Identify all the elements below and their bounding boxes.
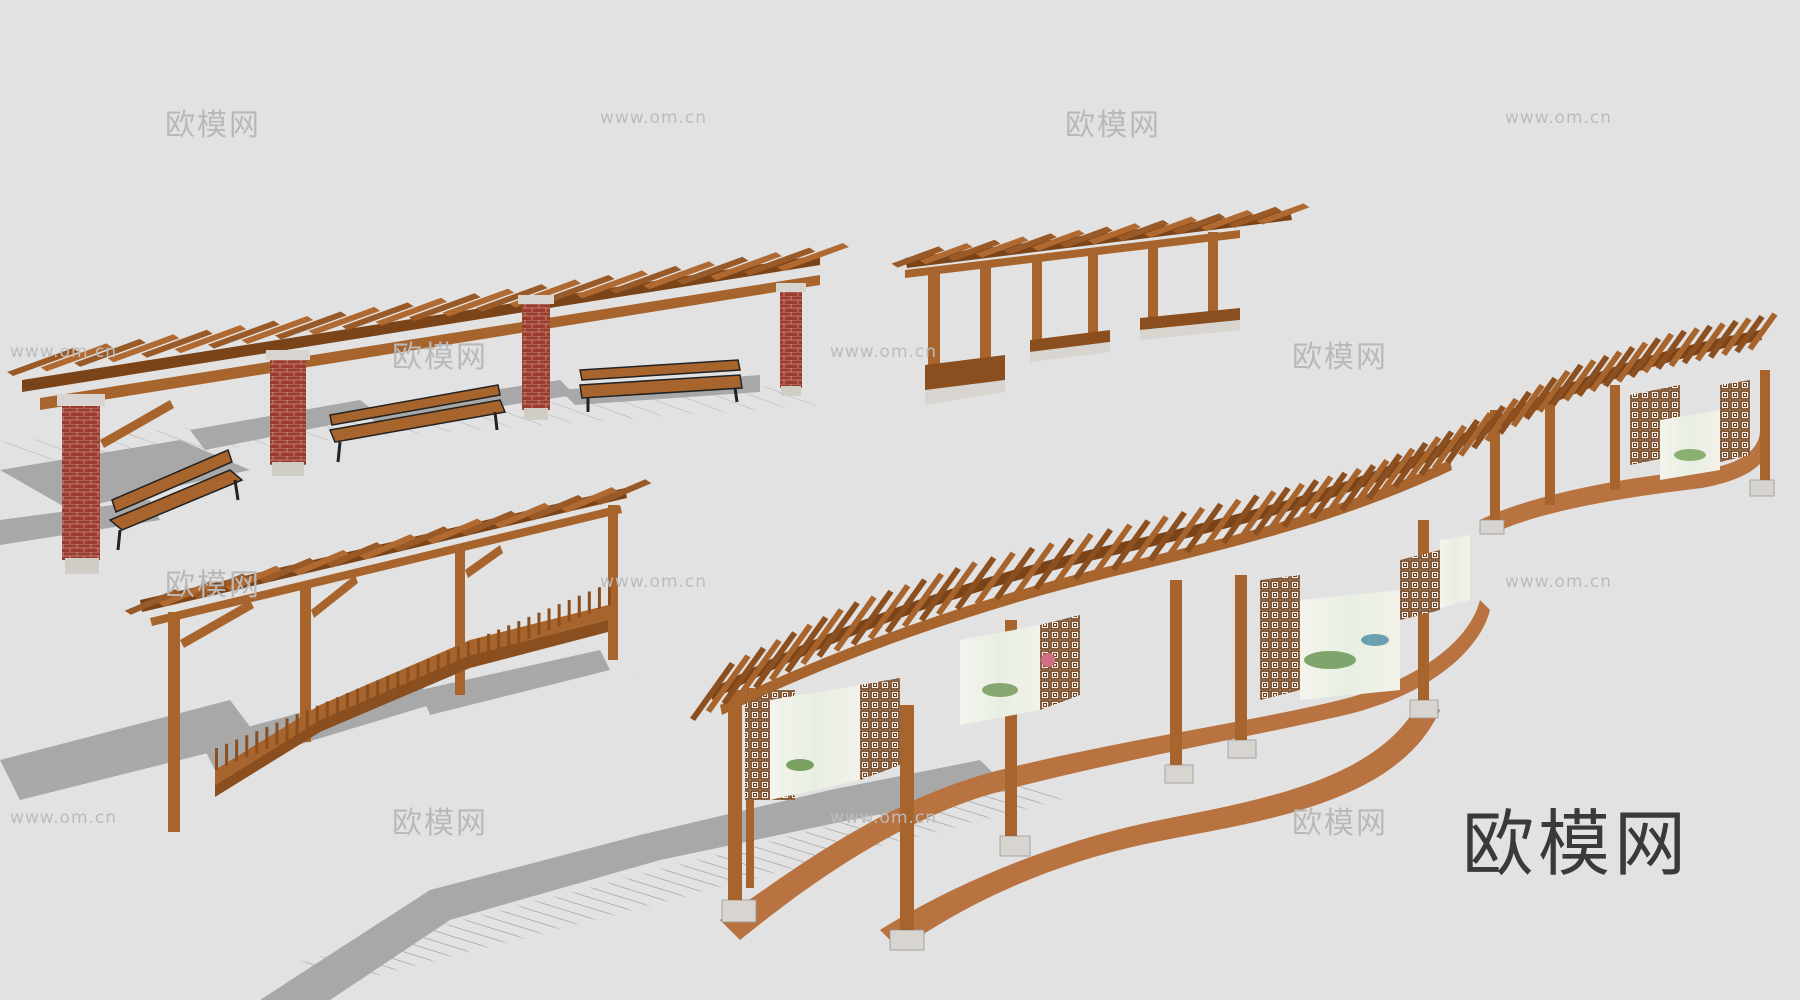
rail-bar — [456, 646, 460, 669]
shadow-slat — [0, 440, 59, 462]
rail-bar — [356, 688, 360, 711]
watermark-brand: 欧模网 — [165, 108, 261, 143]
straight-pergola — [891, 203, 1310, 405]
rail-bar — [346, 693, 349, 715]
rail-bar — [416, 663, 420, 686]
rail-bar — [255, 731, 259, 754]
rail-bar — [497, 629, 501, 652]
rail-bar — [487, 633, 491, 656]
watermark-url: www.om.cn — [10, 342, 118, 362]
rail-bar — [366, 684, 370, 707]
shadow-slat — [497, 909, 562, 930]
shadow-slat — [605, 881, 670, 903]
watermark-brand: 欧模网 — [392, 340, 488, 375]
rail-bar — [426, 659, 430, 682]
shadow-slat — [461, 918, 526, 940]
watermark-url: www.om.cn — [600, 572, 708, 592]
rail-bar — [587, 591, 591, 614]
rail-bar — [285, 718, 289, 741]
watermark-brand: 欧模网 — [165, 568, 261, 603]
rail-bar — [215, 748, 218, 770]
brick-pillar-1 — [57, 394, 105, 574]
rail-bar — [245, 735, 249, 758]
rail-bar — [406, 667, 410, 690]
bench-railing — [215, 583, 611, 797]
rail-bar — [436, 654, 440, 677]
rail-bar — [517, 621, 521, 644]
shadow-slat — [658, 867, 724, 889]
shadow-slat — [587, 886, 652, 907]
seat-bases — [925, 308, 1240, 405]
watermark-url: www.om.cn — [1505, 108, 1613, 128]
shadow-slat — [533, 900, 598, 921]
watermark-url: www.om.cn — [600, 108, 708, 128]
rail-bar — [225, 743, 229, 766]
shadow-slat — [600, 660, 654, 683]
shadow-slat — [425, 927, 490, 949]
rail-bar — [335, 697, 339, 720]
rail-bar — [577, 595, 581, 618]
brick-pillar-4 — [776, 283, 806, 396]
bench-2 — [328, 384, 507, 463]
watermark-brand: 欧模网 — [1065, 108, 1161, 143]
rail-bar — [325, 701, 329, 724]
shadow-slat — [551, 895, 616, 917]
rail-bar — [265, 726, 269, 749]
shadow-slat — [623, 876, 688, 898]
rail-bar — [235, 739, 239, 762]
rail-bar — [537, 612, 541, 635]
watermark-brand: 欧模网 — [1292, 806, 1388, 841]
shadow-slat — [479, 913, 544, 935]
rail-bar — [547, 608, 551, 631]
rail-bar — [527, 616, 531, 639]
brand-logo-text: 欧模网 — [1461, 802, 1690, 886]
rail-bar — [477, 638, 480, 660]
rail-bar — [315, 705, 319, 728]
brick-pillar-pergola — [7, 242, 849, 574]
shadow-slat — [0, 730, 54, 753]
brick-pillar-3 — [518, 295, 554, 420]
watermark-url: www.om.cn — [10, 808, 118, 828]
rail-bar — [446, 650, 450, 673]
rail-bar — [466, 642, 470, 665]
bench-3 — [579, 359, 743, 412]
shadow-slat — [748, 844, 814, 866]
rail-bar — [305, 709, 309, 732]
shadow-slat — [641, 872, 706, 894]
render-stage: 欧模网 www.om.cn 欧模网 www.om.cn www.om.cn 欧模… — [0, 0, 1800, 1000]
rail-bar — [557, 604, 561, 627]
rail-bar — [507, 625, 511, 648]
rail-bar — [295, 714, 299, 737]
rail-bar — [275, 722, 279, 745]
rail-bar — [386, 676, 390, 699]
rail-bar — [376, 680, 380, 703]
shadow-slat — [515, 904, 580, 926]
wooden-bench-pergola — [124, 479, 652, 832]
shadow-slat — [443, 923, 508, 944]
rail-bar — [567, 599, 571, 622]
shadow-slat — [569, 890, 634, 912]
watermark-url: www.om.cn — [830, 808, 938, 828]
watermark-url: www.om.cn — [830, 342, 938, 362]
watermark-brand: 欧模网 — [392, 806, 488, 841]
brick-pillar-2 — [266, 350, 310, 476]
shadow-slat — [712, 853, 778, 875]
painting-panel — [770, 685, 860, 800]
shadow-slat — [407, 932, 473, 954]
rail-bar — [396, 671, 400, 694]
watermark-url: www.om.cn — [1505, 572, 1613, 592]
watermark-brand: 欧模网 — [1292, 340, 1388, 375]
